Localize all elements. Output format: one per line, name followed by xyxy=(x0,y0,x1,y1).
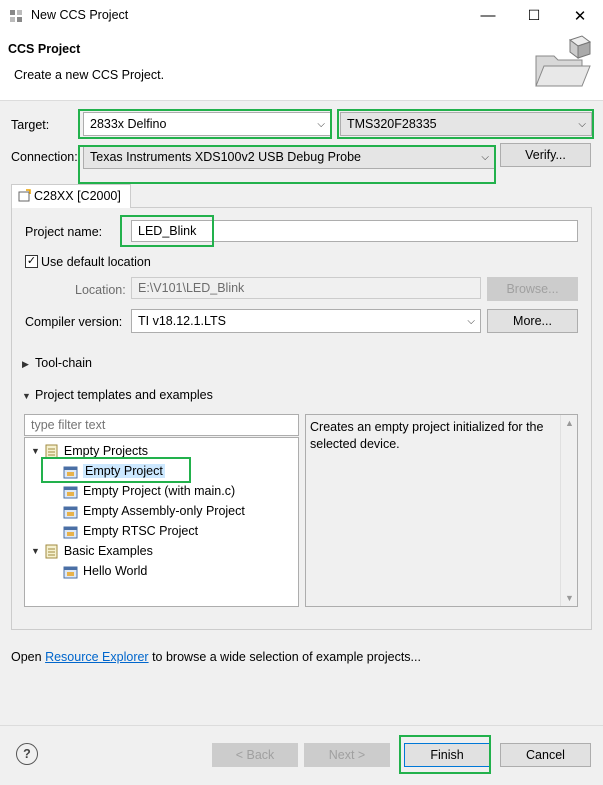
minimize-button[interactable]: — xyxy=(465,0,511,31)
more-button[interactable]: More... xyxy=(487,309,578,333)
description-scrollbar[interactable]: ▲ ▼ xyxy=(560,415,577,606)
tree-item-empty-assembly[interactable]: Empty Assembly-only Project xyxy=(63,501,245,521)
project-name-value: LED_Blink xyxy=(138,224,197,238)
target-device-value: TMS320F28335 xyxy=(347,117,437,131)
template-icon xyxy=(63,466,78,478)
target-family-value: 2833x Delfino xyxy=(90,117,167,131)
connection-value: Texas Instruments XDS100v2 USB Debug Pro… xyxy=(90,150,361,164)
target-family-combo[interactable]: 2833x Delfino ⌵ xyxy=(83,112,331,136)
toolchain-section[interactable]: Tool-chain xyxy=(35,356,92,370)
compiler-version-combo[interactable]: TI v18.12.1.LTS ⌵ xyxy=(131,309,481,333)
project-name-label: Project name: xyxy=(25,225,103,239)
tab-label: C28XX [C2000] xyxy=(34,189,121,203)
help-icon[interactable]: ? xyxy=(16,743,38,765)
browse-button[interactable]: Browse... xyxy=(487,277,578,301)
close-button[interactable]: ✕ xyxy=(557,0,603,31)
page-subtitle: Create a new CCS Project. xyxy=(14,68,165,82)
folder-cube-icon xyxy=(535,35,592,87)
template-icon xyxy=(63,506,78,518)
app-icon xyxy=(10,10,22,22)
use-default-location-checkbox[interactable]: ✓ xyxy=(25,255,38,268)
tree-item-empty-project-main[interactable]: Empty Project (with main.c) xyxy=(63,481,235,501)
template-icon xyxy=(63,566,78,578)
chip-icon xyxy=(18,189,31,202)
expand-right-icon[interactable]: ▶ xyxy=(22,359,29,370)
verify-button[interactable]: Verify... xyxy=(500,143,591,167)
tree-item-label: Empty RTSC Project xyxy=(83,524,199,538)
template-tree[interactable]: ▼ Empty Projects Empty Project Empty Pro… xyxy=(24,437,299,607)
hint-suffix: to browse a wide selection of example pr… xyxy=(152,650,421,664)
maximize-button[interactable]: ☐ xyxy=(511,0,557,31)
checkmark-icon: ✓ xyxy=(26,255,37,267)
tab-c28xx[interactable]: C28XX [C2000] xyxy=(11,184,131,208)
use-default-location-label: Use default location xyxy=(41,255,151,269)
tree-item-empty-project[interactable]: Empty Project xyxy=(63,461,165,481)
connection-label: Connection: xyxy=(11,150,78,164)
tree-group-label: Basic Examples xyxy=(63,544,153,558)
hint-prefix: Open xyxy=(11,650,42,664)
wizard-header: CCS Project Create a new CCS Project. xyxy=(0,31,603,101)
project-folder-icon xyxy=(45,444,58,458)
template-icon xyxy=(63,526,78,538)
resource-explorer-hint: Open Resource Explorer to browse a wide … xyxy=(11,650,421,664)
template-icon xyxy=(63,486,78,498)
window-title: New CCS Project xyxy=(31,8,129,22)
target-device-combo[interactable]: TMS320F28335 ⌵ xyxy=(340,112,592,136)
finish-button[interactable]: Finish xyxy=(404,743,490,767)
description-text: Creates an empty project initialized for… xyxy=(310,420,544,451)
title-bar: New CCS Project — ☐ ✕ xyxy=(0,0,603,31)
back-button[interactable]: < Back xyxy=(212,743,298,767)
expand-down-icon[interactable]: ▼ xyxy=(31,546,40,556)
connection-combo[interactable]: Texas Instruments XDS100v2 USB Debug Pro… xyxy=(83,145,495,169)
tree-item-label: Empty Project xyxy=(83,464,165,478)
next-button[interactable]: Next > xyxy=(304,743,390,767)
project-name-input[interactable]: LED_Blink xyxy=(131,220,578,242)
chevron-down-icon: ⌵ xyxy=(467,316,475,327)
chevron-down-icon: ⌵ xyxy=(317,119,325,130)
filter-input[interactable] xyxy=(24,414,299,436)
resource-explorer-link[interactable]: Resource Explorer xyxy=(45,650,149,664)
target-label: Target: xyxy=(11,118,50,132)
tree-item-label: Hello World xyxy=(83,564,148,578)
template-description: Creates an empty project initialized for… xyxy=(305,414,578,607)
expand-down-icon[interactable]: ▼ xyxy=(31,446,40,456)
templates-section[interactable]: Project templates and examples xyxy=(35,388,213,402)
page-title: CCS Project xyxy=(8,42,81,56)
tree-group-basic-examples[interactable]: ▼ Basic Examples xyxy=(31,541,153,561)
cancel-button[interactable]: Cancel xyxy=(500,743,591,767)
tree-item-hello-world[interactable]: Hello World xyxy=(63,561,147,581)
expand-down-icon[interactable]: ▼ xyxy=(22,391,31,401)
scroll-up-icon[interactable]: ▲ xyxy=(565,418,574,428)
tree-group-empty-projects[interactable]: ▼ Empty Projects xyxy=(31,441,148,461)
tree-item-label: Empty Project (with main.c) xyxy=(83,484,236,498)
tree-item-empty-rtsc[interactable]: Empty RTSC Project xyxy=(63,521,198,541)
tree-group-label: Empty Projects xyxy=(63,444,148,458)
location-input[interactable]: E:\V101\LED_Blink xyxy=(131,277,481,299)
project-folder-icon xyxy=(45,544,58,558)
scroll-down-icon[interactable]: ▼ xyxy=(565,593,574,603)
location-label: Location: xyxy=(75,283,126,297)
tree-item-label: Empty Assembly-only Project xyxy=(83,504,245,518)
chevron-down-icon: ⌵ xyxy=(481,152,489,163)
chevron-down-icon: ⌵ xyxy=(578,119,586,130)
location-value: E:\V101\LED_Blink xyxy=(138,281,245,295)
compiler-version-label: Compiler version: xyxy=(25,315,123,329)
footer-separator xyxy=(0,725,603,726)
compiler-version-value: TI v18.12.1.LTS xyxy=(138,314,227,328)
